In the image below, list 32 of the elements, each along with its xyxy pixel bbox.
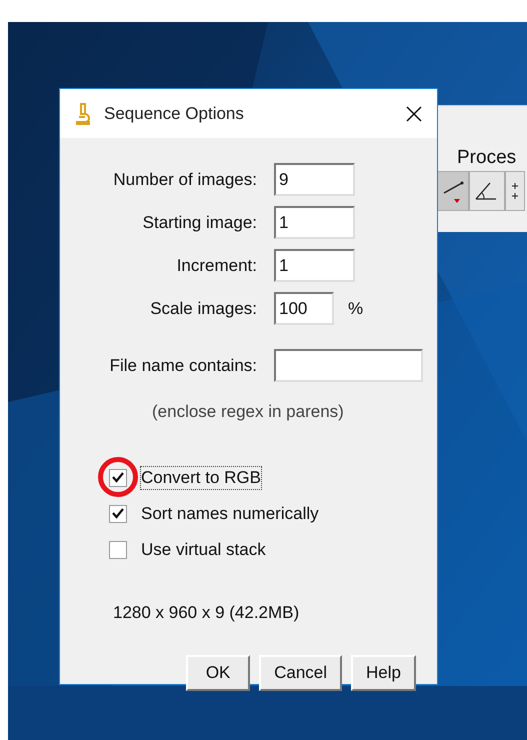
- checkbox-label[interactable]: Convert to RGB: [140, 466, 262, 490]
- field-label: File name contains:: [108, 354, 257, 377]
- input-field[interactable]: 100: [274, 292, 334, 325]
- tool-button[interactable]: [437, 171, 469, 211]
- check-icon: [112, 508, 124, 519]
- window-title: Sequence Options: [104, 102, 245, 125]
- unit-label: %: [348, 298, 364, 320]
- close-icon[interactable]: [405, 104, 423, 122]
- field-label: Increment:: [176, 254, 257, 277]
- checkbox-label[interactable]: Use virtual stack: [140, 538, 267, 562]
- input-field[interactable]: 1: [274, 206, 355, 239]
- field-label: Number of images:: [112, 168, 257, 191]
- hint-text: (enclose regex in parens): [152, 401, 345, 423]
- input-field[interactable]: 1: [274, 249, 355, 282]
- field-label: Scale images:: [149, 298, 257, 320]
- checkbox-label[interactable]: Sort names numerically: [140, 502, 320, 526]
- check-icon: [112, 472, 124, 483]
- field-label: Starting image:: [142, 212, 257, 234]
- dialog-button[interactable]: Help: [351, 655, 416, 691]
- image-size-info: 1280 x 960 x 9 (42.2MB): [113, 602, 300, 624]
- menu-item[interactable]: Proces: [457, 148, 527, 167]
- dialog-button[interactable]: OK: [186, 655, 250, 691]
- checkbox[interactable]: [109, 468, 127, 486]
- points-tool-icon: [510, 180, 520, 202]
- checkbox[interactable]: [109, 540, 127, 558]
- input-field[interactable]: 9: [274, 163, 355, 196]
- checkbox[interactable]: [109, 504, 127, 522]
- microscope-icon: [74, 102, 92, 126]
- tool-button[interactable]: [505, 171, 525, 211]
- input-field[interactable]: [274, 349, 423, 382]
- tool-button[interactable]: [469, 171, 505, 211]
- dialog-button[interactable]: Cancel: [259, 655, 342, 691]
